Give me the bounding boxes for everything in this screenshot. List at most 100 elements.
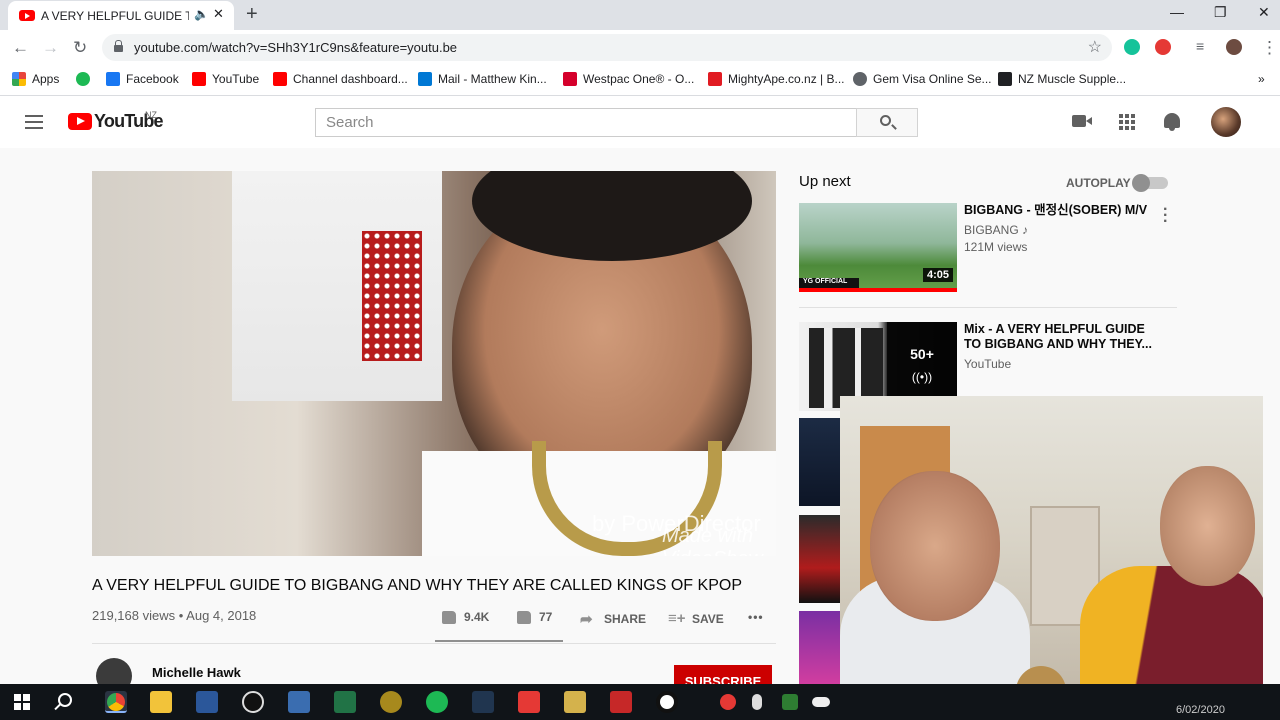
forward-icon[interactable]: → xyxy=(42,38,59,58)
menu-dots-icon[interactable]: ⋮ xyxy=(1261,38,1278,58)
browser-toolbar: ← → ↻ youtube.com/watch?v=SHh3Y1rC9ns&fe… xyxy=(0,30,1280,65)
browser-tab[interactable]: A VERY HELPFUL GUIDE TO BIGBANG 🔈 ✕ xyxy=(8,1,234,30)
related-video-channel[interactable]: BIGBANG ♪ xyxy=(964,223,1028,237)
video-title: A VERY HELPFUL GUIDE TO BIGBANG AND WHY … xyxy=(92,577,742,594)
media-controls-icon[interactable]: ≡ xyxy=(1196,38,1204,54)
more-actions-button[interactable]: ••• xyxy=(748,610,764,624)
divider xyxy=(799,307,1177,308)
outlook-icon xyxy=(418,72,432,86)
chrome-taskbar-icon[interactable] xyxy=(105,691,127,713)
pinterest-extension-icon[interactable] xyxy=(1155,39,1171,55)
video-player[interactable]: by PowerDirector Made with VideoShow xyxy=(92,171,776,556)
video-watermark-videoshow: Made with VideoShow xyxy=(662,525,763,556)
bookmark-westpac[interactable]: Westpac One® - O... xyxy=(563,72,694,86)
youtube-favicon-icon xyxy=(19,10,35,21)
app-icon[interactable] xyxy=(564,691,586,713)
bookmark-mail[interactable]: Mail - Matthew Kin... xyxy=(418,72,547,86)
bookmark-youtube[interactable]: YouTube xyxy=(192,72,259,86)
bookmark-facebook[interactable]: Facebook xyxy=(106,72,179,86)
youtube-logo-icon[interactable] xyxy=(68,113,92,130)
media-player-icon[interactable] xyxy=(242,691,264,713)
channel-name[interactable]: Michelle Hawk xyxy=(152,665,241,680)
tray-record-icon[interactable] xyxy=(720,694,736,710)
minimize-button[interactable]: — xyxy=(1170,4,1184,20)
excel-icon[interactable] xyxy=(334,691,356,713)
webcam-person-left xyxy=(870,471,1000,621)
video-duration: 4:05 xyxy=(922,268,953,282)
bookmark-gem-visa[interactable]: Gem Visa Online Se... xyxy=(853,72,992,86)
security-tray-icon[interactable] xyxy=(782,694,798,710)
tab-title: A VERY HELPFUL GUIDE TO BIGBANG xyxy=(41,9,189,23)
hamburger-menu-icon[interactable] xyxy=(25,115,43,129)
video-thumbnail[interactable] xyxy=(799,515,841,603)
windows-start-icon[interactable] xyxy=(14,694,30,710)
account-avatar[interactable] xyxy=(1211,107,1241,137)
onedrive-tray-icon[interactable] xyxy=(812,697,830,707)
bookmark-star-icon[interactable]: ☆ xyxy=(1088,37,1102,57)
related-video-title[interactable]: BIGBANG - 맨정신(SOBER) M/V xyxy=(964,203,1147,218)
speaker-icon[interactable]: 🔈 xyxy=(194,7,209,21)
youtube-apps-icon[interactable] xyxy=(1119,114,1135,130)
lock-icon[interactable] xyxy=(114,40,123,52)
app-icon[interactable] xyxy=(380,691,402,713)
spotify-icon xyxy=(76,72,90,86)
related-video-views: 121M views xyxy=(964,240,1028,254)
profile-avatar-icon[interactable] xyxy=(1226,39,1242,55)
taskbar-clock: 6/02/2020 xyxy=(1176,704,1225,716)
word-icon[interactable] xyxy=(196,691,218,713)
maximize-button[interactable]: ❐ xyxy=(1214,4,1227,21)
video-thumbnail[interactable]: YG OFFICIAL 4:05 xyxy=(799,203,957,292)
bookmark-channel-dashboard[interactable]: Channel dashboard... xyxy=(273,72,408,86)
video-thumbnail[interactable] xyxy=(799,418,841,506)
reload-icon[interactable]: ↻ xyxy=(73,38,87,58)
file-explorer-icon[interactable] xyxy=(150,691,172,713)
mp3-app-icon[interactable] xyxy=(518,691,540,713)
related-video-title[interactable]: Mix - A VERY HELPFUL GUIDE TO BIGBANG AN… xyxy=(964,322,1159,352)
address-bar[interactable]: youtube.com/watch?v=SHh3Y1rC9ns&feature=… xyxy=(102,34,1112,61)
watched-progress xyxy=(799,288,957,292)
nero-icon[interactable] xyxy=(610,691,632,713)
create-video-icon[interactable] xyxy=(1072,115,1092,127)
search-input[interactable]: Search xyxy=(315,108,857,137)
new-tab-button[interactable]: + xyxy=(246,3,258,26)
grammarly-extension-icon[interactable] xyxy=(1124,39,1140,55)
bookmark-apps[interactable]: Apps xyxy=(12,72,59,86)
thumbs-down-icon xyxy=(517,610,531,624)
search-button[interactable] xyxy=(856,108,918,137)
url-text[interactable]: youtube.com/watch?v=SHh3Y1rC9ns&feature=… xyxy=(134,40,457,55)
video-frame-dress xyxy=(362,231,422,361)
bookmark-mightyape[interactable]: MightyApe.co.nz | B... xyxy=(708,72,845,86)
like-ratio-bar xyxy=(435,640,563,642)
search-icon xyxy=(880,115,891,126)
apps-grid-icon xyxy=(12,72,26,86)
save-button[interactable]: ≡+ SAVE xyxy=(668,610,724,627)
mightyape-icon xyxy=(708,72,722,86)
like-button[interactable]: 9.4K xyxy=(442,610,489,624)
playlist-add-icon: ≡+ xyxy=(668,610,686,627)
webcam-overlay xyxy=(840,396,1263,714)
notifications-bell-icon[interactable] xyxy=(1164,113,1180,131)
share-button[interactable]: ➦ SHARE xyxy=(580,610,646,628)
more-options-icon[interactable]: · · · xyxy=(1163,202,1168,230)
microphone-tray-icon[interactable] xyxy=(752,694,762,710)
bookmarks-overflow-button[interactable]: » xyxy=(1258,72,1265,86)
mix-count: 50+ xyxy=(910,346,934,362)
bookmark-nz-muscle[interactable]: NZ Muscle Supple... xyxy=(998,72,1126,86)
taskbar-search-icon[interactable] xyxy=(58,693,72,707)
app-icon[interactable] xyxy=(288,691,310,713)
back-icon[interactable]: ← xyxy=(12,38,29,58)
spotify-taskbar-icon[interactable] xyxy=(426,691,448,713)
tab-strip: A VERY HELPFUL GUIDE TO BIGBANG 🔈 ✕ + — … xyxy=(0,0,1280,30)
window-close-button[interactable]: ✕ xyxy=(1258,4,1270,21)
related-video-channel[interactable]: YouTube xyxy=(964,357,1011,371)
tab-close-button[interactable]: ✕ xyxy=(213,6,224,22)
record-icon[interactable] xyxy=(656,691,678,713)
video-thumbnail[interactable] xyxy=(799,611,841,686)
youtube-icon xyxy=(192,72,206,86)
bookmark-spotify[interactable] xyxy=(76,72,96,86)
dislike-button[interactable]: 77 xyxy=(517,610,552,624)
globe-icon xyxy=(853,72,867,86)
app-icon[interactable] xyxy=(472,691,494,713)
autoplay-toggle[interactable] xyxy=(1132,174,1168,192)
autoplay-label: AUTOPLAY xyxy=(1066,176,1131,190)
